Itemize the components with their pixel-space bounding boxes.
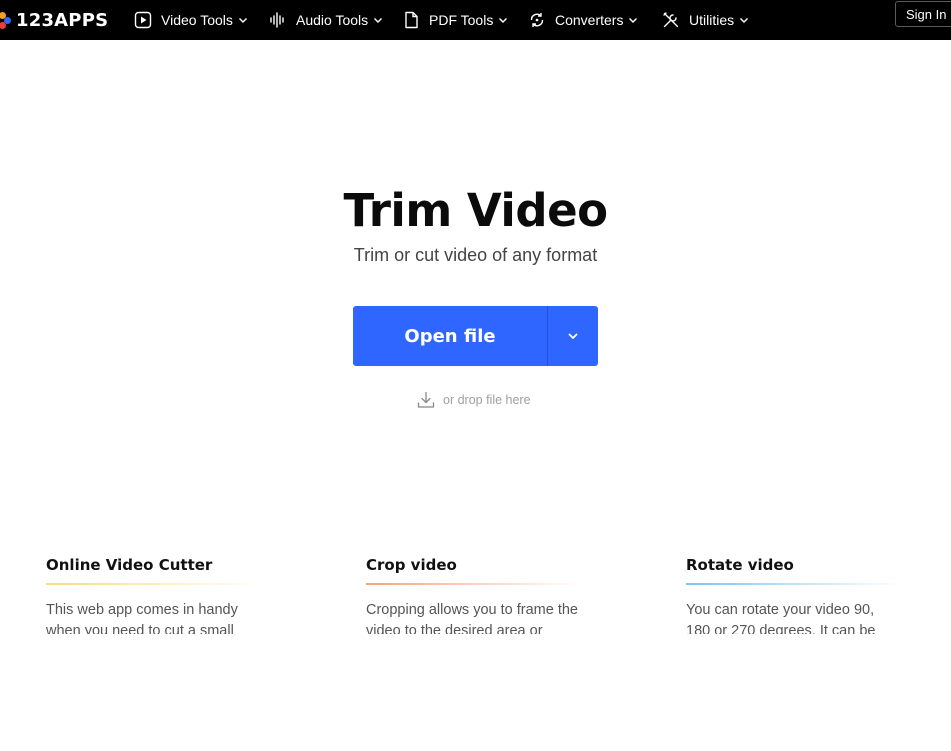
- drop-file-label: or drop file here: [443, 393, 531, 407]
- chevron-down-icon: [238, 15, 248, 25]
- convert-icon: [528, 11, 546, 29]
- brand-logo[interactable]: 123APPS: [0, 0, 108, 40]
- logo-dots-icon: [0, 10, 14, 30]
- feature-description: Cropping allows you to frame the video t…: [366, 600, 581, 634]
- feature-accent-line: [366, 583, 581, 585]
- feature-accent-line: [46, 583, 261, 585]
- feature-title: Crop video: [366, 556, 581, 576]
- nav-converters-label: Converters: [555, 12, 623, 28]
- feature-rotate-video: Rotate video You can rotate your video 9…: [686, 556, 901, 634]
- nav-utilities[interactable]: Utilities: [662, 0, 749, 40]
- audio-wave-icon: [269, 11, 287, 29]
- page-subtitle: Trim or cut video of any format: [0, 245, 951, 266]
- document-icon: [402, 11, 420, 29]
- nav-audio-tools[interactable]: Audio Tools: [269, 0, 383, 40]
- open-file-button-group: Open file: [353, 306, 598, 366]
- chevron-down-icon: [628, 15, 638, 25]
- nav-video-tools-label: Video Tools: [161, 12, 233, 28]
- drop-zone-hint[interactable]: or drop file here: [416, 390, 531, 410]
- chevron-down-icon: [567, 330, 579, 342]
- chevron-down-icon: [739, 15, 749, 25]
- nav-pdf-tools-label: PDF Tools: [429, 12, 493, 28]
- feature-title: Online Video Cutter: [46, 556, 261, 576]
- nav-converters[interactable]: Converters: [528, 0, 638, 40]
- feature-description: You can rotate your video 90, 180 or 270…: [686, 600, 901, 634]
- nav-utilities-label: Utilities: [689, 12, 734, 28]
- nav-audio-tools-label: Audio Tools: [296, 12, 368, 28]
- feature-description: This web app comes in handy when you nee…: [46, 600, 261, 634]
- feature-crop-video: Crop video Cropping allows you to frame …: [366, 556, 581, 634]
- feature-online-video-cutter: Online Video Cutter This web app comes i…: [46, 556, 261, 634]
- brand-name: 123APPS: [16, 10, 108, 31]
- page-title: Trim Video: [0, 184, 951, 237]
- chevron-down-icon: [498, 15, 508, 25]
- sign-in-button[interactable]: Sign In: [895, 1, 951, 27]
- open-file-button[interactable]: Open file: [353, 306, 547, 366]
- feature-title: Rotate video: [686, 556, 901, 576]
- top-navbar: 123APPS Video Tools Audio Tools PDF Tool…: [0, 0, 951, 40]
- nav-video-tools[interactable]: Video Tools: [134, 0, 248, 40]
- tools-icon: [662, 11, 680, 29]
- chevron-down-icon: [373, 15, 383, 25]
- open-options-dropdown[interactable]: [548, 306, 598, 366]
- play-icon: [134, 11, 152, 29]
- download-icon: [416, 390, 436, 410]
- feature-accent-line: [686, 583, 901, 585]
- nav-pdf-tools[interactable]: PDF Tools: [402, 0, 508, 40]
